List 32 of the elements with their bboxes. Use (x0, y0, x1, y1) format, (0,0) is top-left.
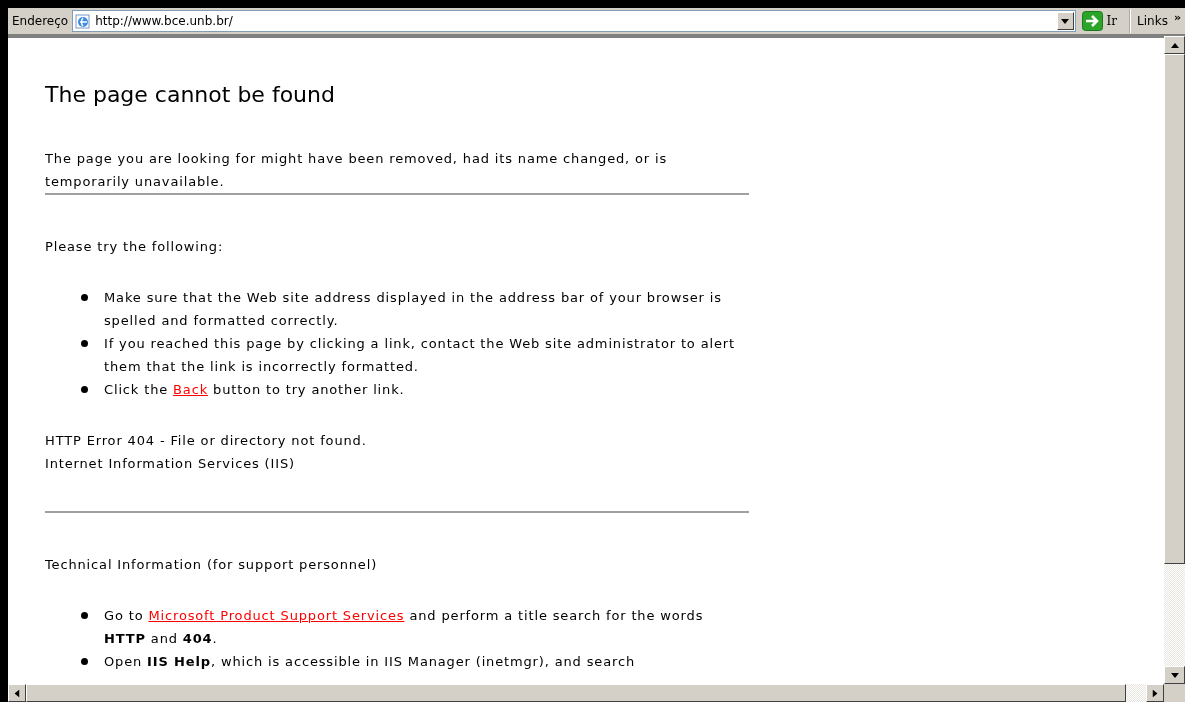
caret-icon (1061, 18, 1070, 24)
list-item-text: Make sure that the Web site address displayed in the address bar of your browser is spelled and formatted correctly. (104, 289, 723, 330)
globe-page-icon (75, 13, 92, 29)
list-item-text: Open IIS Help, which is accessible in IIS Manager (inetmgr), and search (104, 653, 635, 671)
error-text: Internet Information Services (IIS) (45, 455, 296, 473)
bullet-icon (81, 340, 88, 347)
list-item-text: If you reached this page by clicking a link, contact the Web site administrator to alert them that the link is incorrectly formatted. (104, 335, 736, 376)
text-link[interactable]: Back (173, 382, 209, 397)
error-text: HTTP Error 404 - File or directory not found. (45, 432, 368, 450)
paragraph: The page you are looking for might have been removed, had its name changed, or is temporarily unavailable. (45, 150, 669, 191)
paragraph: Please try the following: (45, 238, 225, 256)
address-field[interactable]: http://www.bce.unb.br/ (72, 10, 1076, 32)
go-button[interactable]: Ir (1075, 9, 1130, 33)
links-button[interactable]: Links » (1129, 9, 1185, 33)
dropdown-button[interactable] (1056, 12, 1074, 30)
down-arrow-icon (1170, 672, 1179, 678)
text-link[interactable]: Microsoft Product Support Services (148, 608, 405, 623)
vertical-scrollbar[interactable] (1164, 36, 1185, 684)
scrollbar-corner (1164, 684, 1185, 702)
right-arrow-icon (1152, 689, 1158, 697)
list-item-text: Click the Back button to try another link. (104, 381, 405, 399)
page-heading: The page cannot be found (45, 82, 336, 107)
paragraph: Technical Information (for support personnel) (45, 556, 379, 574)
horizontal-scrollbar[interactable] (8, 684, 1164, 702)
left-arrow-icon (14, 689, 20, 697)
bullet-icon (81, 612, 88, 619)
up-arrow-icon (1170, 42, 1179, 48)
bullet-icon (81, 294, 88, 301)
list-item-text: Go to Microsoft Product Support Services and perform a title search for the words HTTP and 404. (104, 607, 705, 648)
address-label: Endereço (11, 14, 70, 28)
bullet-icon (81, 658, 88, 665)
bullet-icon (81, 386, 88, 393)
